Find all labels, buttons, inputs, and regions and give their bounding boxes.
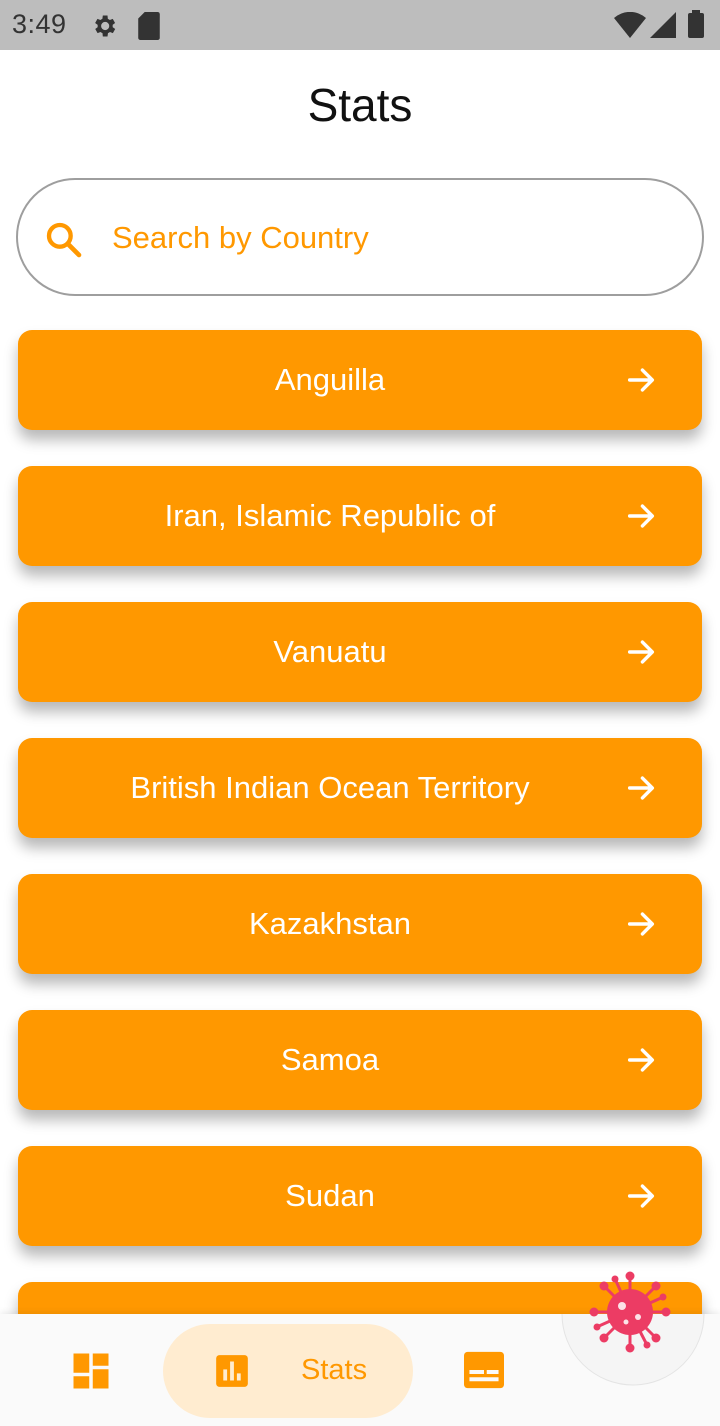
country-item-sudan[interactable]: Sudan xyxy=(18,1146,702,1246)
bar-chart-icon xyxy=(216,1355,248,1387)
country-name: Samoa xyxy=(280,1042,380,1077)
country-item-iran[interactable]: Iran, Islamic Republic of xyxy=(18,466,702,566)
arrow-right-icon xyxy=(627,776,655,800)
news-icon[interactable] xyxy=(462,1350,506,1390)
country-item-anguilla[interactable]: Anguilla xyxy=(18,330,702,430)
dashboard-icon[interactable] xyxy=(70,1350,112,1392)
status-time: 3:49 xyxy=(12,9,67,39)
arrow-right-icon xyxy=(627,1184,655,1208)
wifi-icon xyxy=(614,12,646,38)
nav-item-stats-label: Stats xyxy=(301,1354,368,1386)
country-item-vanuatu[interactable]: Vanuatu xyxy=(18,602,702,702)
arrow-right-icon xyxy=(627,1048,655,1072)
country-list[interactable]: Anguilla Iran, Islamic Republic of Vanua… xyxy=(0,312,720,1314)
country-name: Anguilla xyxy=(274,362,386,397)
arrow-right-icon xyxy=(627,640,655,664)
virus-icon[interactable] xyxy=(560,1262,706,1386)
search-bar[interactable] xyxy=(16,178,704,296)
country-name: Vanuatu xyxy=(273,634,387,669)
status-bar: 3:49 xyxy=(0,0,720,50)
country-name: Sudan xyxy=(285,1178,375,1213)
country-name: Iran, Islamic Republic of xyxy=(164,498,496,533)
battery-icon xyxy=(688,10,704,38)
country-name: British Indian Ocean Territory xyxy=(130,770,530,805)
page-title: Stats xyxy=(307,79,413,131)
country-item-samoa[interactable]: Samoa xyxy=(18,1010,702,1110)
gear-icon xyxy=(95,15,116,37)
arrow-right-icon xyxy=(627,912,655,936)
nav-item-stats[interactable]: Stats xyxy=(163,1324,413,1418)
sd-card-icon xyxy=(138,12,160,40)
arrow-right-icon xyxy=(627,368,655,392)
country-item-kazakhstan[interactable]: Kazakhstan xyxy=(18,874,702,974)
search-input[interactable] xyxy=(112,210,672,266)
country-name: Kazakhstan xyxy=(249,906,411,941)
country-item-british-indian-ocean-territory[interactable]: British Indian Ocean Territory xyxy=(18,738,702,838)
search-icon xyxy=(46,222,82,258)
signal-icon xyxy=(650,12,676,38)
arrow-right-icon xyxy=(627,504,655,528)
